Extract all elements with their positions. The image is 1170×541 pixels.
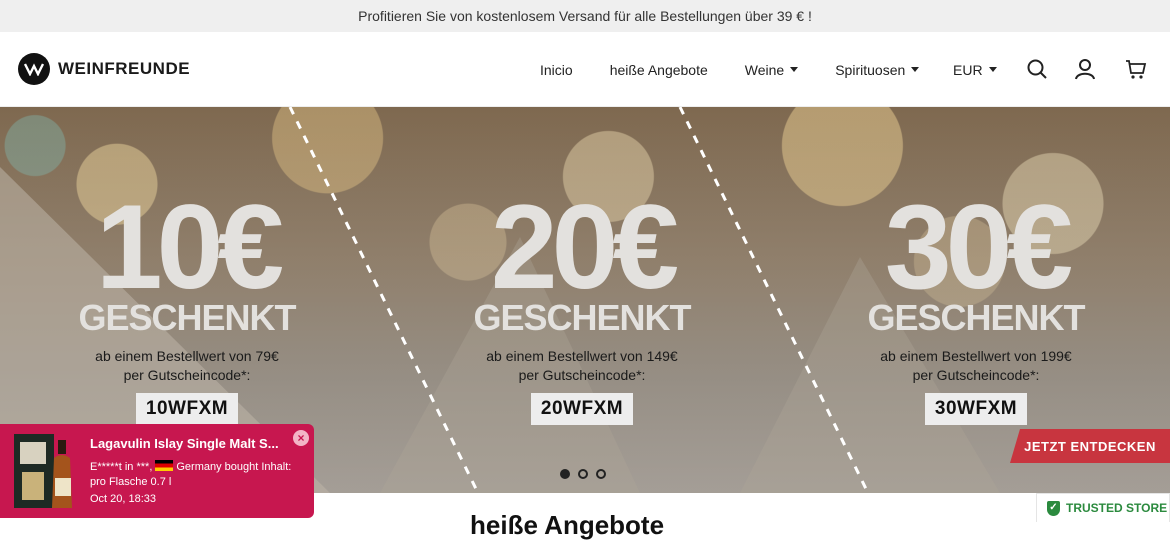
nav-item-deals[interactable]: heiße Angebote bbox=[610, 62, 708, 78]
announcement-bar: Profitieren Sie von kostenlosem Versand … bbox=[0, 0, 1170, 32]
buyer-text: E*****t in ***, bbox=[90, 461, 153, 473]
carousel-dot-2[interactable] bbox=[578, 469, 588, 479]
offer-amount: 10€ bbox=[95, 180, 284, 314]
close-icon[interactable]: × bbox=[293, 430, 309, 446]
offer-code-hint: per Gutscheincode*: bbox=[123, 367, 251, 383]
offer-label: GESCHENKT bbox=[867, 297, 1085, 338]
shield-check-icon: ✓ bbox=[1047, 500, 1060, 516]
carousel-dot-3[interactable] bbox=[596, 469, 606, 479]
search-icon[interactable] bbox=[1026, 58, 1048, 80]
trusted-store-badge[interactable]: ✓ TRUSTED STORE bbox=[1036, 493, 1170, 522]
offer-min: ab einem Bestellwert von 79€ bbox=[95, 348, 279, 364]
offer-10: 10€ GESCHENKT ab einem Bestellwert von 7… bbox=[37, 187, 337, 425]
nav-label: Inicio bbox=[540, 61, 573, 78]
offer-code-hint: per Gutscheincode*: bbox=[912, 367, 1040, 383]
offer-label: GESCHENKT bbox=[473, 297, 691, 338]
main-nav: Inicio heiße Angebote Weine Spirituosen bbox=[540, 32, 956, 107]
germany-flag-icon bbox=[155, 460, 174, 471]
offer-30: 30€ GESCHENKT ab einem Bestellwert von 1… bbox=[826, 187, 1126, 425]
bought-text: Germany bought Inhalt: bbox=[176, 461, 292, 473]
nav-item-spirituosen[interactable]: Spirituosen bbox=[835, 61, 920, 78]
currency-label: EUR bbox=[953, 61, 983, 78]
coupon-code: 30WFXM bbox=[924, 393, 1028, 425]
site-header: WEINFREUNDE Inicio heiße Angebote Weine … bbox=[0, 32, 1170, 107]
nav-label: Weine bbox=[744, 61, 785, 78]
nav-item-inicio[interactable]: Inicio bbox=[540, 62, 573, 78]
coupon-code: 20WFXM bbox=[530, 393, 634, 425]
chevron-down-icon bbox=[911, 67, 920, 72]
announcement-text: Profitieren Sie von kostenlosem Versand … bbox=[358, 8, 812, 24]
account-icon[interactable] bbox=[1074, 58, 1096, 80]
purchase-notification[interactable]: Lagavulin Islay Single Malt S... E*****t… bbox=[0, 424, 314, 518]
carousel-dots bbox=[560, 469, 606, 479]
offer-20: 20€ GESCHENKT ab einem Bestellwert von 1… bbox=[432, 187, 732, 425]
nav-item-weine[interactable]: Weine bbox=[744, 61, 799, 78]
currency-selector[interactable]: EUR bbox=[953, 32, 997, 107]
nav-label: heiße Angebote bbox=[609, 61, 708, 78]
offer-amount: 20€ bbox=[490, 180, 679, 314]
chevron-down-icon bbox=[790, 67, 799, 72]
offer-min: ab einem Bestellwert von 149€ bbox=[486, 348, 678, 364]
logo-icon bbox=[18, 53, 50, 85]
offer-label: GESCHENKT bbox=[78, 297, 296, 338]
notification-time: Oct 20, 18:33 bbox=[90, 493, 157, 505]
product-image bbox=[14, 434, 72, 508]
offer-amount: 30€ bbox=[884, 180, 1073, 314]
coupon-code: 10WFXM bbox=[135, 393, 239, 425]
brand-logo[interactable]: WEINFREUNDE bbox=[18, 53, 190, 85]
discover-button[interactable]: JETZT ENTDECKEN bbox=[1010, 429, 1170, 463]
notification-title[interactable]: Lagavulin Islay Single Malt S... bbox=[90, 436, 279, 451]
cart-icon[interactable] bbox=[1125, 58, 1147, 80]
chevron-down-icon bbox=[988, 67, 997, 72]
notification-volume: pro Flasche 0.7 l bbox=[90, 476, 172, 488]
section-heading: heiße Angebote bbox=[470, 510, 665, 540]
offer-min: ab einem Bestellwert von 199€ bbox=[880, 348, 1072, 364]
carousel-dot-1[interactable] bbox=[560, 469, 570, 479]
notification-buyer: E*****t in ***, Germany bought Inhalt: bbox=[90, 460, 291, 473]
brand-name: WEINFREUNDE bbox=[58, 59, 191, 78]
offer-code-hint: per Gutscheincode*: bbox=[518, 367, 646, 383]
nav-label: Spirituosen bbox=[835, 61, 906, 78]
trusted-label: TRUSTED STORE bbox=[1066, 501, 1168, 515]
